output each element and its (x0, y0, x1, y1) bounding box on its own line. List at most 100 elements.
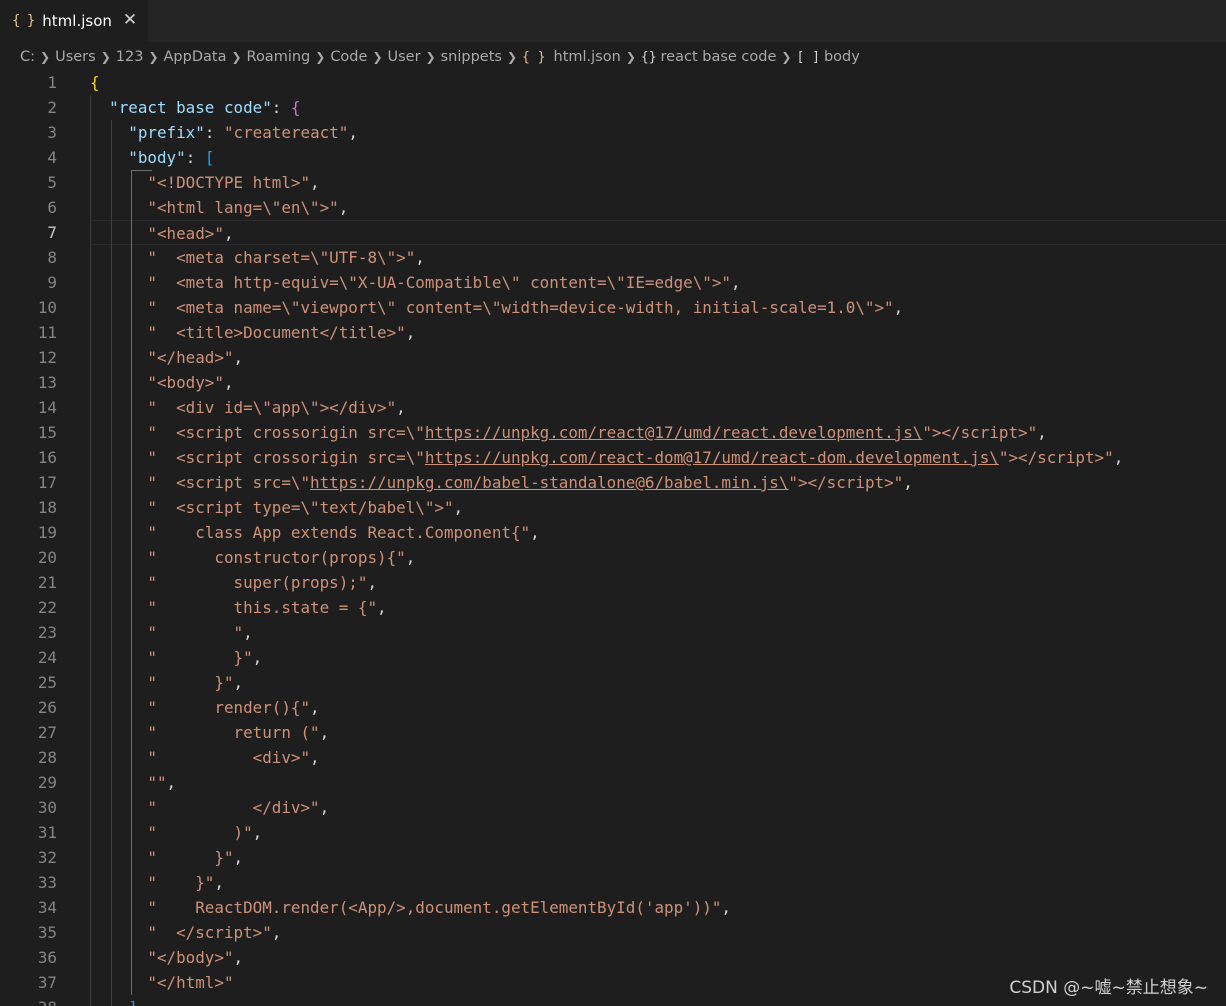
breadcrumb-item[interactable]: 123 (116, 49, 144, 65)
indent-guide (111, 120, 112, 1006)
breadcrumb-label: Roaming (246, 49, 311, 65)
code-text: " }", (90, 673, 244, 692)
code-text: "react base code": { (109, 98, 301, 117)
code-line[interactable]: 26 " render(){", (0, 695, 1226, 720)
code-line[interactable]: 1{ (0, 70, 1226, 95)
code-line[interactable]: 12 "</head>", (0, 345, 1226, 370)
indent-guide (90, 95, 91, 1006)
indent-guide (131, 170, 132, 995)
code-line[interactable]: 32 " }", (0, 845, 1226, 870)
close-icon[interactable]: ✕ (120, 10, 140, 30)
code-line[interactable]: 7 "<head>", (0, 220, 1226, 245)
code-area: " <script crossorigin src=\"https://unpk… (90, 445, 1226, 470)
code-area: " ReactDOM.render(<App/>,document.getEle… (90, 895, 1226, 920)
code-text: " <script crossorigin src=\"https://unpk… (90, 448, 1124, 467)
line-number: 6 (47, 198, 57, 217)
code-line[interactable]: 33 " }", (0, 870, 1226, 895)
line-number: 8 (47, 248, 57, 267)
line-number: 24 (37, 648, 57, 667)
code-text: ] (90, 995, 138, 1006)
code-line[interactable]: 31 " )", (0, 820, 1226, 845)
code-line[interactable]: 28 " <div>", (0, 745, 1226, 770)
code-line[interactable]: 16 " <script crossorigin src=\"https://u… (0, 445, 1226, 470)
code-line[interactable]: 10 " <meta name=\"viewport\" content=\"w… (0, 295, 1226, 320)
code-text: " <div id=\"app\"></div>", (90, 398, 406, 417)
line-number: 31 (37, 823, 57, 842)
code-area: " this.state = {", (90, 595, 1226, 620)
code-line[interactable]: 19 " class App extends React.Component{"… (0, 520, 1226, 545)
breadcrumb-label: AppData (163, 49, 227, 65)
breadcrumb-item[interactable]: Code (330, 49, 367, 65)
breadcrumb-item[interactable]: { } html.json (522, 49, 621, 65)
code-line[interactable]: 8 " <meta charset=\"UTF-8\">", (0, 245, 1226, 270)
breadcrumb-item[interactable]: C: (20, 49, 35, 65)
code-line[interactable]: 14 " <div id=\"app\"></div>", (0, 395, 1226, 420)
code-text: " )", (90, 823, 263, 842)
code-line[interactable]: 13 "<body>", (0, 370, 1226, 395)
line-number: 38 (0, 995, 57, 1006)
breadcrumb-item[interactable]: snippets (441, 49, 502, 65)
code-text: " <meta http-equiv=\"X-UA-Compatible\" c… (90, 273, 741, 292)
line-number: 19 (37, 523, 57, 542)
breadcrumb-item[interactable]: Users (55, 49, 96, 65)
line-number: 25 (37, 673, 57, 692)
code-text: " return (", (90, 723, 330, 742)
code-area: " class App extends React.Component{", (90, 520, 1226, 545)
code-area: " )", (90, 820, 1226, 845)
code-line[interactable]: 27 " return (", (0, 720, 1226, 745)
code-area: " <meta charset=\"UTF-8\">", (90, 245, 1226, 270)
code-line[interactable]: 20 " constructor(props){", (0, 545, 1226, 570)
code-line[interactable]: 34 " ReactDOM.render(<App/>,document.get… (0, 895, 1226, 920)
breadcrumb-item[interactable]: {} react base code (641, 49, 777, 65)
code-line[interactable]: 18 " <script type=\"text/babel\">", (0, 495, 1226, 520)
code-line[interactable]: 9 " <meta http-equiv=\"X-UA-Compatible\"… (0, 270, 1226, 295)
line-number: 29 (37, 773, 57, 792)
code-line[interactable]: 29 "", (0, 770, 1226, 795)
chevron-right-icon: ❯ (231, 50, 242, 64)
code-text: "prefix": "createreact", (128, 123, 358, 142)
code-line[interactable]: 22 " this.state = {", (0, 595, 1226, 620)
code-line[interactable]: 4 "body": [ (0, 145, 1226, 170)
breadcrumb-label: C: (20, 49, 36, 65)
line-number: 2 (47, 98, 57, 117)
code-line[interactable]: 21 " super(props);", (0, 570, 1226, 595)
breadcrumb: C: ❯ Users ❯ 123 ❯ AppData ❯ Roaming ❯ Code ❯ User ❯ s… (0, 42, 1226, 72)
code-line[interactable]: 6 "<html lang=\"en\">", (0, 195, 1226, 220)
code-area: " super(props);", (90, 570, 1226, 595)
breadcrumb-label: Code (330, 49, 368, 65)
code-line[interactable]: 35 " </script>", (0, 920, 1226, 945)
code-editor[interactable]: 1{2 "react base code": {3 "prefix": "cre… (0, 70, 1226, 1006)
code-line[interactable]: 11 " <title>Document</title>", (0, 320, 1226, 345)
code-line[interactable]: 25 " }", (0, 670, 1226, 695)
code-area: "react base code": { (90, 95, 1226, 120)
breadcrumb-item[interactable]: [ ] body (796, 49, 859, 65)
line-number: 14 (37, 398, 57, 417)
code-line[interactable]: 3 "prefix": "createreact", (0, 120, 1226, 145)
breadcrumb-label: body (823, 49, 860, 65)
code-text: " <title>Document</title>", (90, 323, 416, 342)
breadcrumb-item[interactable]: AppData (164, 49, 227, 65)
code-line[interactable]: 15 " <script crossorigin src=\"https://u… (0, 420, 1226, 445)
code-line[interactable]: 17 " <script src=\"https://unpkg.com/bab… (0, 470, 1226, 495)
code-area: "<!DOCTYPE html>", (90, 170, 1226, 195)
chevron-right-icon: ❯ (506, 50, 518, 64)
breadcrumb-label: html.json (553, 49, 621, 65)
code-line[interactable]: 23 " ", (0, 620, 1226, 645)
breadcrumb-label: react base code (660, 49, 777, 65)
code-line[interactable]: 30 " </div>", (0, 795, 1226, 820)
breadcrumb-item[interactable]: User (388, 49, 421, 65)
code-text: " this.state = {", (90, 598, 387, 617)
code-line[interactable]: 2 "react base code": { (0, 95, 1226, 120)
breadcrumb-item[interactable]: Roaming (247, 49, 311, 65)
breadcrumb-label: Users (55, 49, 96, 65)
code-area: " <meta http-equiv=\"X-UA-Compatible\" c… (90, 270, 1226, 295)
code-line[interactable]: 36 "</body>", (0, 945, 1226, 970)
tab-html-json[interactable]: { } html.json ✕ (0, 0, 148, 42)
code-line[interactable]: 24 " }", (0, 645, 1226, 670)
code-text: " </script>", (90, 923, 282, 942)
line-number: 20 (37, 548, 57, 567)
chevron-right-icon: ❯ (372, 50, 383, 64)
code-text: " render(){", (90, 698, 320, 717)
line-number: 22 (37, 598, 57, 617)
code-line[interactable]: 5 "<!DOCTYPE html>", (0, 170, 1226, 195)
